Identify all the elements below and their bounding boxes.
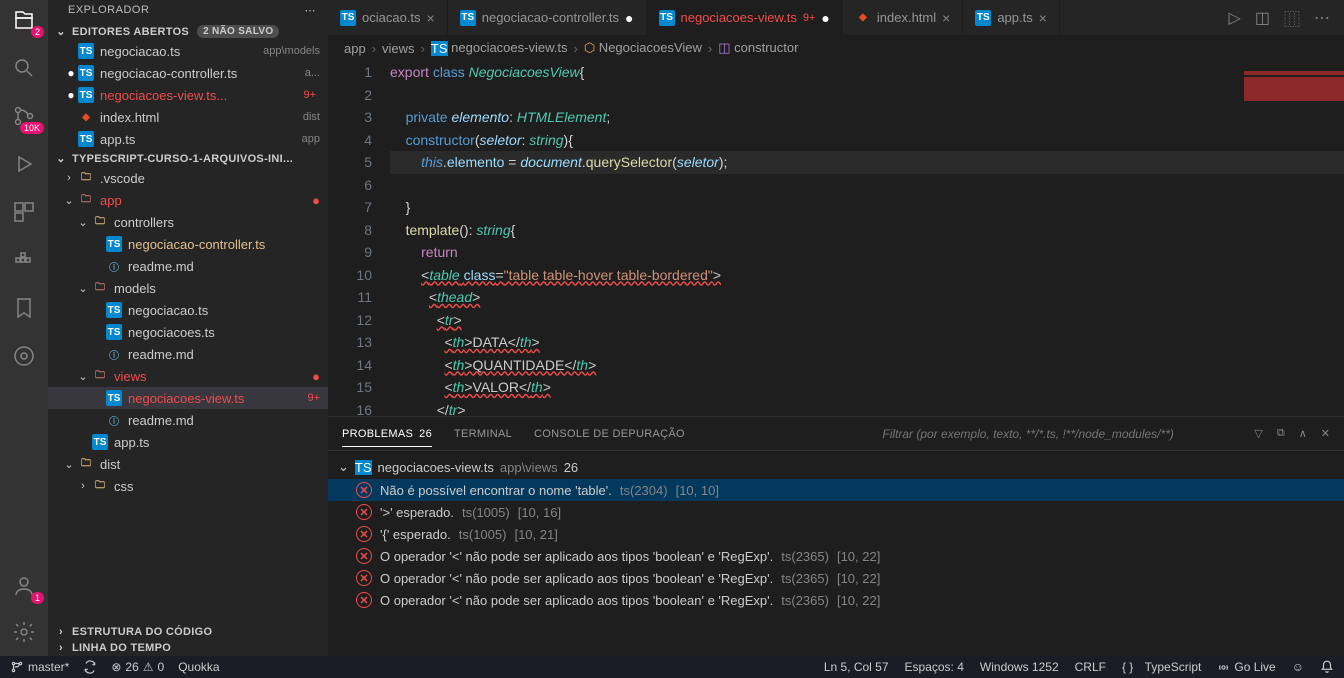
search-icon[interactable] [10, 54, 38, 82]
eol-status[interactable]: CRLF [1075, 660, 1106, 674]
file-item[interactable]: TSnegociacao.ts [48, 299, 328, 321]
file-item[interactable]: ⓘreadme.md [48, 343, 328, 365]
folder-item[interactable]: ›🗀css [48, 475, 328, 497]
tab-debug-console[interactable]: CONSOLE DE DEPURAÇÃO [534, 428, 685, 440]
line-gutter: 12345678910111213141516 [328, 61, 390, 416]
editor-tab[interactable]: TSociacao.ts× [328, 0, 448, 35]
bookmark-icon[interactable] [10, 294, 38, 322]
problems-count-badge: 26 [419, 428, 432, 440]
account-badge: 1 [31, 592, 44, 604]
problem-row[interactable]: ✕O operador '<' não pode ser aplicado ao… [328, 567, 1344, 589]
status-bar: master* ⊗26 ⚠0 Quokka Ln 5, Col 57 Espaç… [0, 656, 1344, 678]
file-item[interactable]: ⓘreadme.md [48, 409, 328, 431]
folder-item[interactable]: ⌄🗀app● [48, 189, 328, 211]
notifications-icon[interactable] [1320, 660, 1334, 674]
folder-item[interactable]: ›🗀.vscode [48, 167, 328, 189]
breadcrumbs[interactable]: app›views›TS negociacoes-view.ts›⬡ Negoc… [328, 35, 1344, 61]
open-editor-item[interactable]: ●TSnegociacao-controller.tsa... [48, 62, 328, 84]
file-item[interactable]: TSnegociacoes-view.ts9+ [48, 387, 328, 409]
file-item[interactable]: TSnegociacoes.ts [48, 321, 328, 343]
error-icon: ✕ [356, 504, 372, 520]
sync-icon[interactable] [83, 660, 97, 674]
error-icon: ✕ [356, 526, 372, 542]
explorer-sidebar: EXPLORADOR ⋯ ⌄ EDITORES ABERTOS 2 NÃO SA… [48, 0, 328, 656]
split-down-icon[interactable]: ⿲ [1284, 6, 1300, 30]
editor-tab[interactable]: TSnegociacao-controller.ts● [448, 0, 647, 35]
language-mode[interactable]: { } TypeScript [1122, 660, 1201, 674]
folder-item[interactable]: ⌄🗀dist [48, 453, 328, 475]
activity-bar: 2 10K 1 [0, 0, 48, 656]
extensions-icon[interactable] [10, 198, 38, 226]
problem-file-header[interactable]: ⌄TSnegociacoes-view.tsapp\views26 [328, 455, 1344, 479]
open-editors-header[interactable]: ⌄ EDITORES ABERTOS 2 NÃO SALVO [48, 23, 328, 40]
maximize-icon[interactable]: ∧ [1299, 427, 1307, 440]
editor-tabs: TSociacao.ts×TSnegociacao-controller.ts●… [328, 0, 1344, 35]
split-icon[interactable]: ◫ [1255, 8, 1270, 28]
open-editor-item[interactable]: ◆index.htmldist [48, 106, 328, 128]
explorer-icon[interactable]: 2 [10, 6, 38, 34]
gitlens-icon[interactable] [10, 342, 38, 370]
tab-problems[interactable]: PROBLEMAS 26 [342, 428, 432, 447]
problem-row[interactable]: ✕O operador '<' não pode ser aplicado ao… [328, 545, 1344, 567]
feedback-icon[interactable]: ☺ [1292, 660, 1304, 674]
editor-tab[interactable]: TSnegociacoes-view.ts9+● [647, 0, 843, 35]
breadcrumb-item[interactable]: TS negociacoes-view.ts [431, 40, 568, 56]
tab-terminal[interactable]: TERMINAL [454, 428, 512, 440]
error-icon: ✕ [356, 482, 372, 498]
explorer-title: EXPLORADOR [68, 4, 149, 17]
breadcrumb-item[interactable]: app [344, 41, 366, 56]
gear-icon[interactable] [10, 618, 38, 646]
timeline-header[interactable]: ›LINHA DO TEMPO [48, 640, 328, 656]
source-control-icon[interactable]: 10K [10, 102, 38, 130]
open-editor-item[interactable]: TSnegociacao.tsapp\models [48, 40, 328, 62]
problems-filter-input[interactable] [882, 427, 1222, 441]
editor-area: TSociacao.ts×TSnegociacao-controller.ts●… [328, 0, 1344, 656]
error-icon: ✕ [356, 570, 372, 586]
breadcrumb-item[interactable]: ⬡ NegociacoesView [584, 40, 702, 56]
run-debug-icon[interactable] [10, 150, 38, 178]
code-editor[interactable]: export class NegociacoesView{ private el… [390, 61, 1344, 416]
close-panel-icon[interactable]: ✕ [1321, 427, 1330, 440]
breadcrumb-item[interactable]: ◫ constructor [718, 40, 798, 56]
errors-warnings[interactable]: ⊗26 ⚠0 [111, 660, 164, 674]
docker-icon[interactable] [10, 246, 38, 274]
open-editor-item[interactable]: TSapp.tsapp [48, 128, 328, 150]
breadcrumb-item[interactable]: views [382, 41, 415, 56]
account-icon[interactable]: 1 [10, 572, 38, 600]
folder-item[interactable]: ⌄🗀models [48, 277, 328, 299]
outline-header[interactable]: ›ESTRUTURA DO CÓDIGO [48, 624, 328, 640]
problem-row[interactable]: ✕'{' esperado.ts(1005)[10, 21] [328, 523, 1344, 545]
filter-icon[interactable]: ▽ [1254, 427, 1262, 440]
go-live[interactable]: Go Live [1217, 660, 1275, 674]
file-item[interactable]: TSnegociacao-controller.ts [48, 233, 328, 255]
more-icon[interactable]: ⋯ [305, 4, 317, 17]
error-icon: ✕ [356, 592, 372, 608]
cursor-position[interactable]: Ln 5, Col 57 [824, 660, 889, 674]
collapse-icon[interactable]: ⧉ [1277, 427, 1285, 440]
quokka-status[interactable]: Quokka [178, 660, 219, 674]
problem-row[interactable]: ✕O operador '<' não pode ser aplicado ao… [328, 589, 1344, 611]
editor-tab[interactable]: ◆index.html× [843, 0, 963, 35]
file-item[interactable]: TSapp.ts [48, 431, 328, 453]
explorer-badge: 2 [31, 26, 44, 38]
encoding-status[interactable]: Windows 1252 [980, 660, 1059, 674]
minimap[interactable] [1234, 61, 1344, 416]
editor-tab[interactable]: TSapp.ts× [963, 0, 1060, 35]
folder-item[interactable]: ⌄🗀views● [48, 365, 328, 387]
open-editor-item[interactable]: ●TSnegociacoes-view.ts...9+ [48, 84, 328, 106]
problem-row[interactable]: ✕'>' esperado.ts(1005)[10, 16] [328, 501, 1344, 523]
scm-badge: 10K [20, 122, 44, 134]
error-icon: ✕ [356, 548, 372, 564]
unsaved-badge: 2 NÃO SALVO [197, 25, 279, 38]
bottom-panel: PROBLEMAS 26 TERMINAL CONSOLE DE DEPURAÇ… [328, 416, 1344, 656]
project-header[interactable]: ⌄ TYPESCRIPT-CURSO-1-ARQUIVOS-INI... [48, 150, 328, 167]
folder-item[interactable]: ⌄🗀controllers [48, 211, 328, 233]
file-item[interactable]: ⓘreadme.md [48, 255, 328, 277]
indent-status[interactable]: Espaços: 4 [905, 660, 964, 674]
problem-row[interactable]: ✕Não é possível encontrar o nome 'table'… [328, 479, 1344, 501]
git-branch[interactable]: master* [10, 660, 69, 674]
run-icon[interactable]: ▷ [1229, 8, 1241, 28]
more-actions-icon[interactable]: ⋯ [1314, 8, 1330, 28]
